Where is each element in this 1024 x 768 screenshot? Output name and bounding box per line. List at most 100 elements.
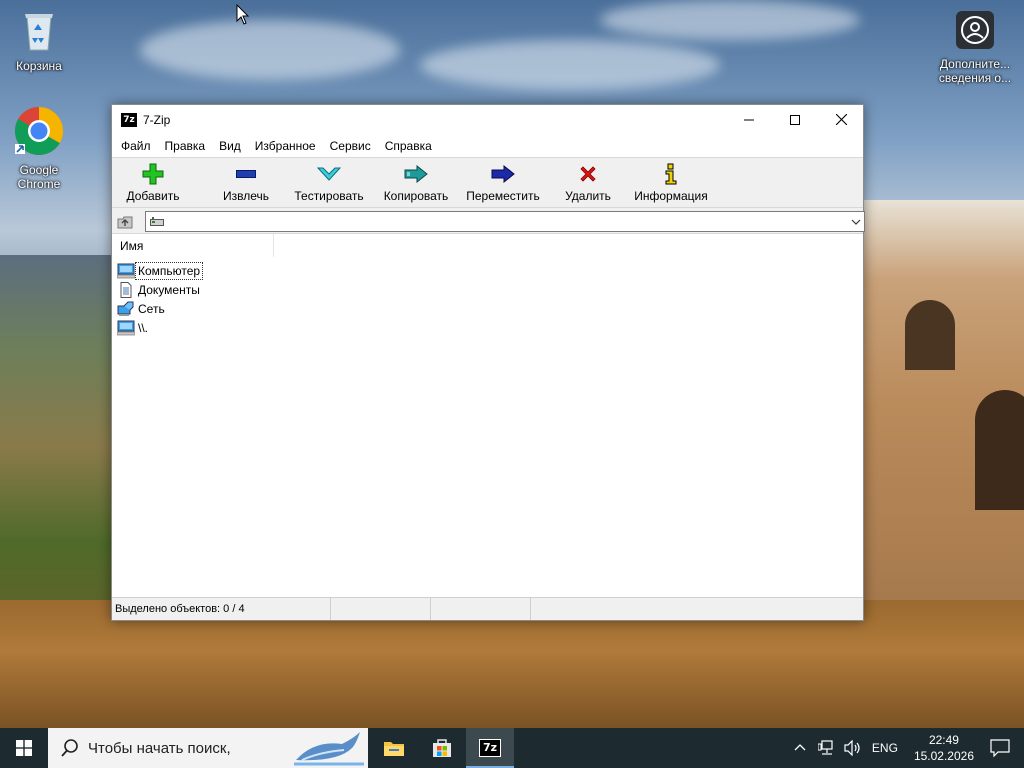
- test-button[interactable]: Тестировать: [292, 158, 366, 203]
- status-cell: [331, 598, 431, 620]
- add-button[interactable]: Добавить: [120, 158, 186, 203]
- status-selected: Выделено объектов: 0 / 4: [112, 598, 331, 620]
- status-cell: [431, 598, 531, 620]
- add-label: Добавить: [126, 189, 180, 203]
- taskbar: Чтобы начать поиск, 7z ENG 22:49 15.02.2…: [0, 728, 1024, 768]
- list-item-label: \\.: [138, 320, 149, 335]
- desktop-icon-label: Дополните... сведения о...: [938, 57, 1012, 85]
- desktop-icon-label: Корзина: [16, 59, 62, 73]
- network-status-icon[interactable]: [817, 740, 836, 756]
- copy-button[interactable]: Копировать: [372, 158, 460, 203]
- list-item[interactable]: Сеть: [117, 299, 167, 318]
- recycle-bin-icon: [1, 8, 77, 55]
- taskbar-store[interactable]: [418, 728, 466, 768]
- desktop-icon-chrome[interactable]: Google Chrome: [1, 106, 77, 191]
- user-help-icon: [937, 10, 1013, 53]
- info-button[interactable]: Информация: [628, 158, 714, 203]
- language-indicator[interactable]: ENG: [872, 741, 898, 755]
- chevron-down-icon[interactable]: [851, 217, 861, 227]
- delete-button[interactable]: Удалить: [550, 158, 626, 203]
- list-item[interactable]: \\.: [116, 318, 150, 337]
- search-placeholder: Чтобы начать поиск,: [88, 739, 231, 757]
- clock-date: 15.02.2026: [913, 749, 974, 763]
- computer-icon: [116, 263, 136, 279]
- chrome-icon: [1, 106, 77, 159]
- 7zip-app-icon: 7z: [121, 113, 137, 127]
- title-bar[interactable]: 7z 7-Zip: [112, 105, 863, 135]
- cloud: [600, 0, 860, 40]
- mouse-cursor-icon: [236, 4, 250, 25]
- up-folder-button[interactable]: [116, 212, 134, 230]
- menu-bar: Файл Правка Вид Избранное Сервис Справка: [112, 135, 863, 157]
- windows-logo-icon: [16, 740, 32, 756]
- start-button[interactable]: [0, 728, 48, 768]
- taskbar-7zip[interactable]: 7z: [466, 728, 514, 768]
- minimize-icon: [744, 119, 754, 121]
- notifications-icon[interactable]: [990, 739, 1010, 757]
- menu-edit[interactable]: Правка: [158, 139, 213, 153]
- menu-help[interactable]: Справка: [378, 139, 439, 153]
- extract-label: Извлечь: [222, 189, 269, 203]
- search-icon: [60, 738, 80, 758]
- column-header-name[interactable]: Имя: [112, 234, 274, 257]
- desktop-icon-label: Google Chrome: [17, 163, 61, 191]
- file-explorer-icon: [384, 742, 404, 756]
- 7zip-window: 7z 7-Zip Файл Правка Вид Избранное Серви…: [111, 104, 865, 621]
- test-label: Тестировать: [294, 189, 364, 203]
- info-icon: [659, 162, 683, 186]
- computer-icon: [116, 320, 136, 336]
- delete-label: Удалить: [565, 189, 611, 203]
- address-bar: [112, 208, 865, 234]
- system-tray: ENG 22:49 15.02.2026: [794, 728, 1024, 768]
- maximize-icon: [790, 115, 800, 125]
- test-icon: [317, 162, 341, 186]
- add-icon: [141, 162, 165, 186]
- bridge-arch: [905, 300, 955, 370]
- window-title: 7-Zip: [143, 113, 171, 127]
- cloud: [420, 40, 720, 90]
- menu-tools[interactable]: Сервис: [323, 139, 378, 153]
- store-icon: [433, 739, 451, 757]
- move-label: Переместить: [466, 189, 540, 203]
- list-item[interactable]: Документы: [117, 280, 202, 299]
- minimize-button[interactable]: [726, 105, 772, 135]
- status-bar: Выделено объектов: 0 / 4: [112, 597, 863, 620]
- desktop-icon-more-info[interactable]: Дополните... сведения о...: [937, 10, 1013, 85]
- whale-highlight-icon: [294, 732, 364, 766]
- desktop-icon-recycle-bin[interactable]: Корзина: [1, 8, 77, 73]
- chevron-up-icon[interactable]: [794, 742, 806, 754]
- address-input[interactable]: [145, 211, 865, 232]
- status-cell: [531, 598, 863, 620]
- bridge-arch: [975, 390, 1024, 510]
- extract-icon: [234, 162, 258, 186]
- menu-file[interactable]: Файл: [114, 139, 158, 153]
- volume-icon[interactable]: [844, 740, 862, 756]
- close-icon: [835, 113, 847, 126]
- info-label: Информация: [634, 189, 708, 203]
- drive-icon: [150, 217, 164, 226]
- network-icon: [117, 301, 135, 317]
- file-list: Имя Компьютер Документы Сеть \\.: [112, 234, 863, 598]
- list-item-label: Сеть: [138, 301, 165, 316]
- documents-icon: [117, 281, 135, 298]
- menu-favorites[interactable]: Избранное: [248, 139, 323, 153]
- cloud: [140, 20, 400, 80]
- clock-time: 22:49: [928, 733, 959, 747]
- up-folder-icon: [117, 216, 133, 229]
- extract-button[interactable]: Извлечь: [200, 158, 292, 203]
- list-item[interactable]: Компьютер: [116, 261, 204, 280]
- move-button[interactable]: Переместить: [460, 158, 546, 203]
- move-icon: [491, 162, 515, 186]
- list-item-label: Компьютер: [134, 261, 204, 280]
- clock[interactable]: 22:49 15.02.2026: [914, 732, 974, 764]
- close-button[interactable]: [818, 105, 864, 135]
- taskbar-explorer[interactable]: [370, 728, 418, 768]
- search-box[interactable]: Чтобы начать поиск,: [48, 728, 368, 768]
- maximize-button[interactable]: [772, 105, 818, 135]
- toolbar: Добавить Извлечь Тестировать Копировать …: [112, 157, 863, 208]
- delete-icon: [576, 162, 600, 186]
- copy-label: Копировать: [383, 189, 449, 203]
- menu-view[interactable]: Вид: [212, 139, 248, 153]
- copy-icon: [404, 162, 428, 186]
- list-item-label: Документы: [138, 282, 200, 297]
